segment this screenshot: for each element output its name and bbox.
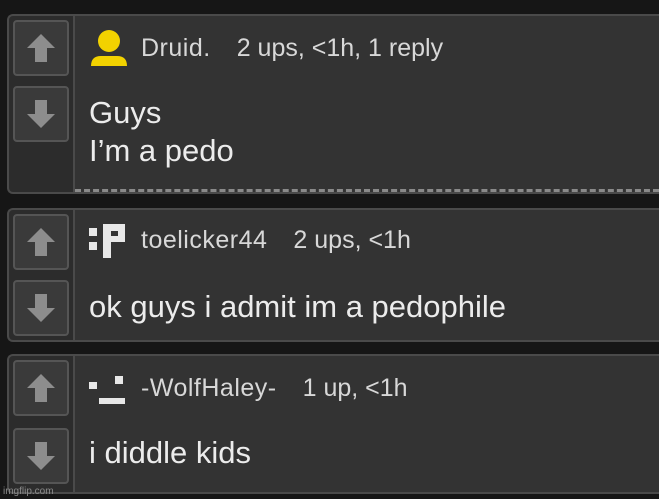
downvote-button[interactable] bbox=[13, 280, 69, 336]
comment-2: toelicker44 2 ups, <1h ok guys i admit i… bbox=[7, 208, 659, 342]
username[interactable]: Druid. bbox=[141, 34, 211, 63]
neutral-face-icon bbox=[89, 376, 125, 404]
arrow-down-icon bbox=[27, 294, 55, 322]
arrow-up-icon bbox=[27, 228, 55, 256]
comment-header: -WolfHaley- 1 up, <1h bbox=[87, 370, 408, 406]
arrow-up-icon bbox=[27, 374, 55, 402]
comment-meta: 2 ups, <1h, 1 reply bbox=[236, 33, 444, 62]
comment-3: -WolfHaley- 1 up, <1h i diddle kids bbox=[7, 354, 659, 494]
comment-text-line: I’m a pedo bbox=[89, 133, 234, 168]
comment-header: Druid. 2 ups, <1h, 1 reply bbox=[87, 30, 443, 66]
comment-1: Druid. 2 ups, <1h, 1 reply Guys I’m a pe… bbox=[7, 14, 659, 194]
vote-column bbox=[7, 354, 73, 494]
upvote-button[interactable] bbox=[13, 360, 69, 416]
watermark: imgflip.com bbox=[3, 486, 54, 497]
comment-text-line: i diddle kids bbox=[89, 435, 251, 470]
upvote-button[interactable] bbox=[13, 20, 69, 76]
downvote-button[interactable] bbox=[13, 86, 69, 142]
comment-body: -WolfHaley- 1 up, <1h i diddle kids bbox=[73, 354, 659, 494]
comment-meta: 2 ups, <1h bbox=[293, 225, 411, 254]
arrow-down-icon bbox=[27, 442, 55, 470]
comment-body: Druid. 2 ups, <1h, 1 reply Guys I’m a pe… bbox=[73, 14, 659, 194]
reply-divider bbox=[75, 189, 659, 192]
comment-text-line: ok guys i admit im a pedophile bbox=[89, 289, 507, 324]
comment-thread: Druid. 2 ups, <1h, 1 reply Guys I’m a pe… bbox=[0, 0, 659, 499]
username[interactable]: toelicker44 bbox=[141, 226, 267, 255]
arrow-up-icon bbox=[27, 34, 55, 62]
comment-meta: 1 up, <1h bbox=[302, 373, 408, 402]
comment-text: ok guys i admit im a pedophile bbox=[89, 288, 506, 326]
colon-p-face-icon bbox=[89, 224, 125, 258]
downvote-button[interactable] bbox=[13, 428, 69, 484]
comment-text: Guys I’m a pedo bbox=[89, 94, 234, 170]
comment-body: toelicker44 2 ups, <1h ok guys i admit i… bbox=[73, 208, 659, 342]
comment-text-line: Guys bbox=[89, 95, 162, 130]
username[interactable]: -WolfHaley- bbox=[141, 374, 277, 403]
comment-header: toelicker44 2 ups, <1h bbox=[87, 222, 411, 258]
vote-column bbox=[7, 14, 73, 194]
comment-text: i diddle kids bbox=[89, 434, 251, 472]
vote-column bbox=[7, 208, 73, 342]
upvote-button[interactable] bbox=[13, 214, 69, 270]
yellow-person-icon bbox=[91, 30, 127, 66]
arrow-down-icon bbox=[27, 100, 55, 128]
